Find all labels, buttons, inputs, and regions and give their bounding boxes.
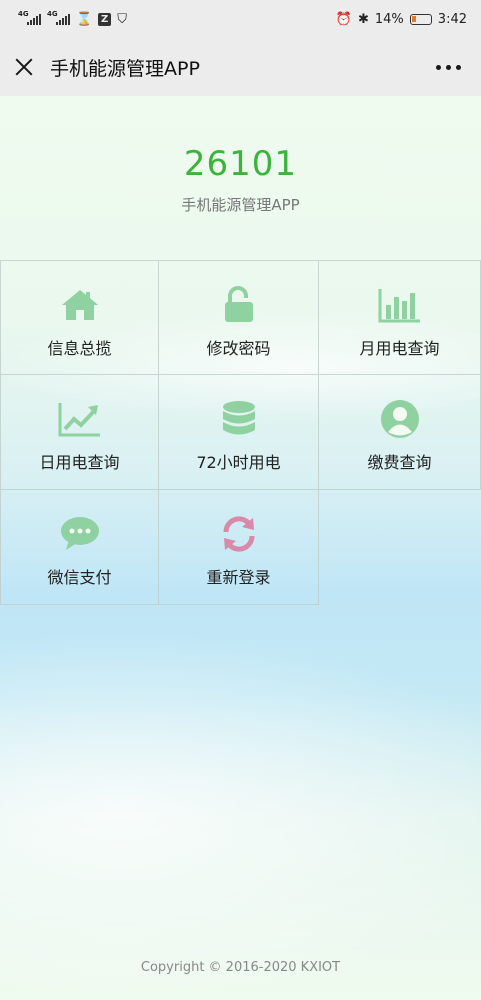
battery-icon: [409, 13, 432, 25]
more-menu-button[interactable]: [430, 59, 467, 76]
nav-title: 手机能源管理APP: [50, 57, 200, 80]
refresh-icon: [217, 514, 261, 554]
user-code: 26101: [183, 144, 298, 184]
status-bar-right: ⏰ ✱ 14% 3:42: [336, 12, 467, 27]
menu-item-label: 修改密码: [206, 339, 271, 358]
menu-item-label: 72小时用电: [196, 453, 281, 472]
nav-bar: 手机能源管理APP: [0, 38, 481, 96]
menu-item-wechat-pay[interactable]: 微信支付: [0, 490, 159, 605]
menu-item-monthly-usage[interactable]: 月用电查询: [319, 260, 481, 375]
menu-item-payment-query[interactable]: 缴费查询: [319, 375, 481, 490]
more-dot-icon: [436, 64, 441, 70]
menu-item-label: 月用电查询: [359, 339, 440, 358]
app-notification-icon: Z: [98, 12, 112, 26]
menu-item-label: 缴费查询: [367, 453, 432, 472]
battery-percent: 14%: [374, 11, 404, 27]
menu-empty-slot: [319, 490, 481, 605]
database-icon: [217, 399, 261, 439]
trend-chart-icon: [58, 399, 102, 439]
signal-icon: 4G: [47, 10, 70, 25]
menu-item-label: 微信支付: [47, 568, 112, 587]
main-page: 26101 手机能源管理APP 信息总揽 修改密码 月用电查询 日用电查询 72…: [0, 96, 481, 1000]
bar-chart-icon: [378, 285, 422, 325]
menu-item-daily-usage[interactable]: 日用电查询: [0, 375, 159, 490]
menu-item-change-password[interactable]: 修改密码: [159, 260, 319, 375]
hourglass-icon: ⌛: [76, 11, 93, 27]
menu-item-relogin[interactable]: 重新登录: [159, 490, 319, 605]
alarm-icon: ⏰: [335, 11, 352, 27]
chat-icon: [58, 514, 102, 554]
bluetooth-icon: ✱: [357, 11, 369, 27]
menu-item-overview[interactable]: 信息总揽: [0, 260, 159, 375]
close-icon[interactable]: [12, 55, 36, 79]
app-subtitle: 手机能源管理APP: [181, 196, 300, 214]
signal-icon: 4G: [18, 10, 41, 25]
user-icon: [378, 399, 422, 439]
menu-item-label: 日用电查询: [39, 453, 120, 472]
status-bar-left: 4G 4G ⌛ Z ⛉: [18, 10, 127, 27]
more-dot-icon: [446, 64, 451, 70]
menu-item-72h-usage[interactable]: 72小时用电: [159, 375, 319, 490]
menu-item-label: 重新登录: [206, 568, 271, 587]
more-dot-icon: [456, 64, 461, 70]
home-icon: [58, 285, 102, 325]
menu-grid: 信息总揽 修改密码 月用电查询 日用电查询 72小时用电 缴费查询 微信支付 重…: [0, 260, 481, 605]
copyright-footer: Copyright © 2016-2020 KXIOT: [140, 960, 341, 975]
status-bar: 4G 4G ⌛ Z ⛉ ⏰ ✱ 14% 3:42: [0, 0, 481, 38]
menu-item-label: 信息总揽: [47, 339, 112, 358]
clock-time: 3:42: [437, 11, 467, 27]
unlock-icon: [217, 285, 261, 325]
shield-icon: ⛉: [117, 11, 127, 27]
